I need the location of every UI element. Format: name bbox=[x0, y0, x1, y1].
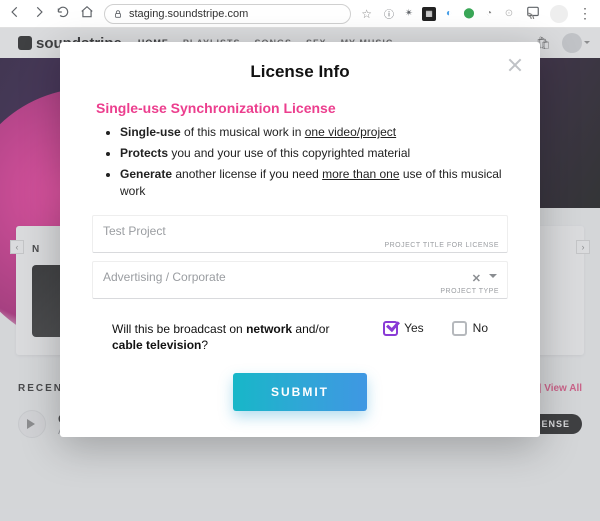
ext-icon[interactable]: ◔ bbox=[482, 7, 496, 21]
browser-toolbar: staging.soundstripe.com ☆ ⓘ ✴ ▦ ◐ ⬤ ◔ ⊙ … bbox=[0, 0, 600, 28]
browser-nav bbox=[8, 5, 94, 22]
yes-label: Yes bbox=[404, 321, 424, 335]
bullet-item: Single-use of this musical work in one v… bbox=[120, 124, 504, 140]
lock-icon bbox=[113, 9, 123, 19]
reload-icon[interactable] bbox=[56, 5, 70, 22]
profile-avatar-icon[interactable] bbox=[550, 5, 568, 23]
page: soundstripe HOME PLAYLISTS SONGS SFX MY … bbox=[0, 28, 600, 521]
cast-icon[interactable] bbox=[526, 5, 540, 22]
kebab-menu-icon[interactable]: ⋮ bbox=[578, 5, 592, 22]
back-icon[interactable] bbox=[8, 5, 22, 22]
license-bullets: Single-use of this musical work in one v… bbox=[120, 124, 504, 199]
home-icon[interactable] bbox=[80, 5, 94, 22]
bookmark-star-icon[interactable]: ☆ bbox=[361, 7, 372, 21]
project-type-select[interactable]: Advertising / Corporate ✕ PROJECT TYPE bbox=[92, 261, 508, 299]
modal-subtitle: Single-use Synchronization License bbox=[96, 100, 504, 116]
submit-button[interactable]: SUBMIT bbox=[233, 373, 367, 411]
broadcast-question: Will this be broadcast on network and/or… bbox=[112, 321, 332, 353]
broadcast-question-row: Will this be broadcast on network and/or… bbox=[112, 321, 488, 353]
checkbox-icon bbox=[452, 321, 467, 336]
project-title-label: PROJECT TITLE FOR LICENSE bbox=[384, 242, 499, 249]
ext-icon[interactable]: ⊙ bbox=[502, 7, 516, 21]
ext-icon[interactable]: ⓘ bbox=[382, 7, 396, 21]
clear-selection-icon[interactable]: ✕ bbox=[472, 272, 481, 285]
no-label: No bbox=[473, 321, 488, 335]
ext-icon[interactable]: ⬤ bbox=[462, 7, 476, 21]
chevron-down-icon bbox=[489, 274, 497, 282]
project-title-field[interactable]: Test Project PROJECT TITLE FOR LICENSE bbox=[92, 215, 508, 253]
broadcast-yes-option[interactable]: Yes bbox=[383, 321, 424, 336]
extension-icons: ⓘ ✴ ▦ ◐ ⬤ ◔ ⊙ bbox=[382, 7, 516, 21]
ext-icon[interactable]: ▦ bbox=[422, 7, 436, 21]
checkbox-checked-icon bbox=[383, 321, 398, 336]
forward-icon[interactable] bbox=[32, 5, 46, 22]
project-title-value: Test Project bbox=[103, 224, 166, 238]
ext-icon[interactable]: ◐ bbox=[442, 7, 456, 21]
bullet-item: Generate another license if you need mor… bbox=[120, 166, 504, 198]
license-modal: License Info Single-use Synchronization … bbox=[60, 42, 540, 437]
url-text: staging.soundstripe.com bbox=[129, 8, 248, 20]
ext-icon[interactable]: ✴ bbox=[402, 7, 416, 21]
close-icon[interactable] bbox=[506, 56, 524, 74]
project-type-label: PROJECT TYPE bbox=[440, 288, 499, 295]
modal-overlay: License Info Single-use Synchronization … bbox=[0, 28, 600, 521]
modal-title: License Info bbox=[86, 62, 514, 82]
broadcast-no-option[interactable]: No bbox=[452, 321, 488, 336]
address-bar[interactable]: staging.soundstripe.com bbox=[104, 4, 351, 24]
bullet-item: Protects you and your use of this copyri… bbox=[120, 145, 504, 161]
project-type-value: Advertising / Corporate bbox=[103, 270, 226, 284]
